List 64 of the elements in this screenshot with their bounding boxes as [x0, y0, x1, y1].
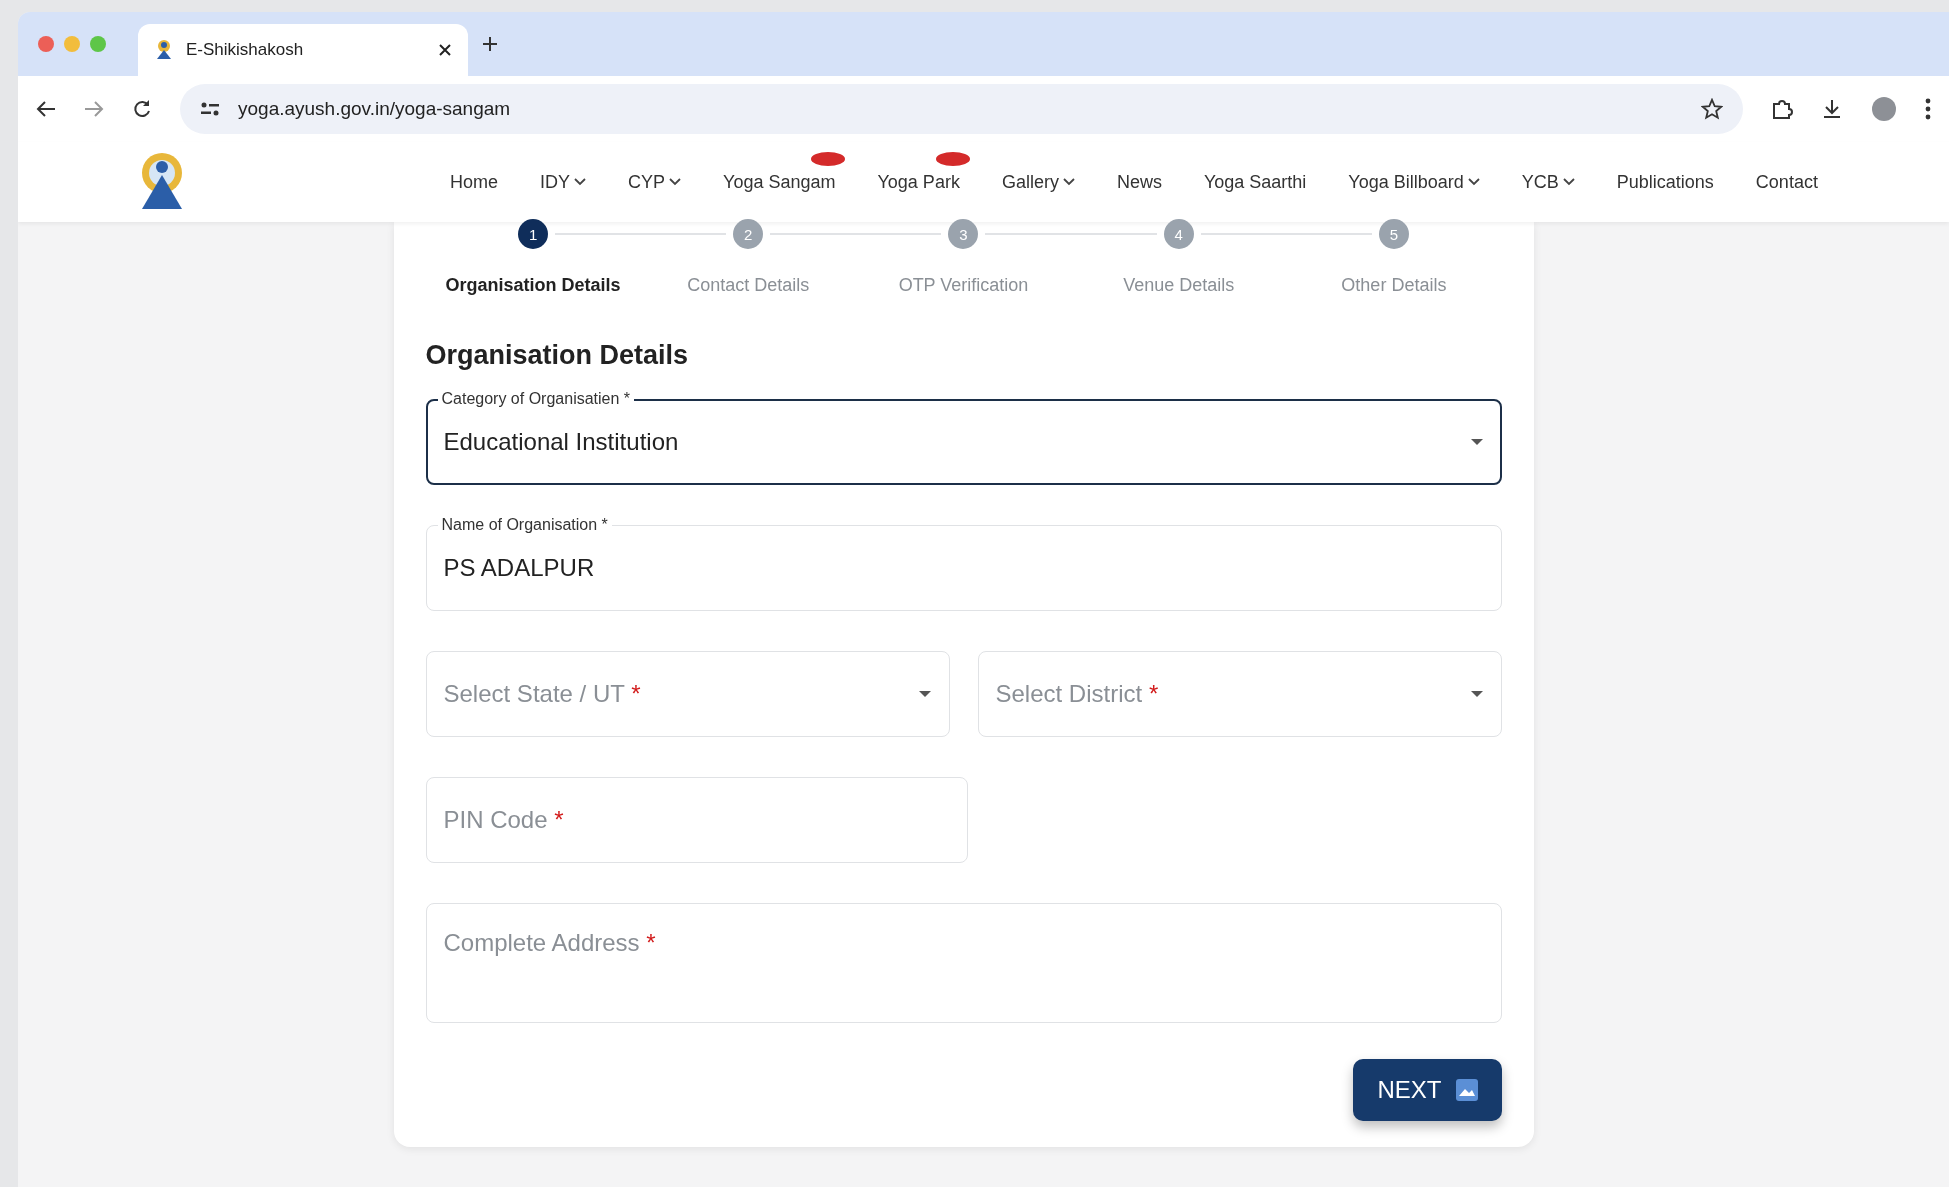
- puzzle-piece-icon[interactable]: [1771, 98, 1793, 120]
- avatar-icon[interactable]: [1871, 96, 1897, 122]
- tab-title: E-Shikishakosh: [186, 40, 305, 60]
- field-placeholder: Select State / UT *: [443, 680, 642, 708]
- field-label: Category of Organisatien *: [437, 389, 635, 409]
- close-window-icon[interactable]: [38, 36, 54, 52]
- dropdown-caret-icon: [1469, 438, 1484, 446]
- chevron-down-icon: [574, 178, 587, 186]
- nav-link[interactable]: Contact: [1755, 151, 1828, 193]
- image-icon: [1455, 1079, 1478, 1101]
- field-placeholder: PIN Code *: [443, 806, 565, 834]
- more-menu-icon[interactable]: [1925, 98, 1931, 120]
- chevron-down-icon: [1562, 178, 1575, 186]
- step-number: 5: [1378, 219, 1409, 249]
- chevron-down-icon: [669, 178, 682, 186]
- field-value: Educational Institution: [443, 428, 680, 456]
- chevron-down-icon: [1062, 178, 1075, 186]
- nav-link[interactable]: Yoga Billboard: [1348, 151, 1490, 193]
- new-badge: [935, 151, 970, 166]
- nav-link[interactable]: Home: [450, 151, 508, 193]
- download-icon[interactable]: [1821, 98, 1843, 120]
- select-field[interactable]: Select District *: [977, 641, 1502, 737]
- step-number: 4: [1163, 219, 1194, 249]
- input-field[interactable]: PIN Code *: [425, 767, 968, 863]
- step-label: Other Details: [1341, 275, 1447, 296]
- field-value: PS ADALPUR: [443, 554, 596, 582]
- step-number: 1: [518, 219, 549, 249]
- nav-link[interactable]: Yoga Saarthi: [1203, 151, 1317, 193]
- new-badge: [811, 151, 846, 166]
- yoga-figure-icon: [154, 39, 174, 61]
- new-tab-icon[interactable]: [482, 36, 498, 52]
- select-field[interactable]: Select State / UT *: [425, 641, 950, 737]
- back-arrow-icon[interactable]: [36, 100, 56, 118]
- forward-arrow-icon[interactable]: [84, 100, 104, 118]
- step-label: Contact Details: [687, 275, 810, 296]
- nav-link[interactable]: News: [1116, 151, 1172, 193]
- step-label: Organisation Details: [445, 275, 621, 296]
- next-button[interactable]: NEXT: [1353, 1059, 1502, 1121]
- step-label: OTP Verification: [898, 275, 1029, 296]
- step-number: 3: [948, 219, 979, 249]
- nav-link[interactable]: YCB: [1521, 151, 1585, 193]
- nav-link[interactable]: Publications: [1616, 151, 1724, 193]
- star-icon[interactable]: [1701, 98, 1723, 120]
- input-field[interactable]: Name of Organisation * PS ADALPUR: [425, 515, 1502, 611]
- select-field[interactable]: Category of Organisatien * Educational Institution: [425, 389, 1502, 485]
- dropdown-caret-icon: [917, 690, 932, 698]
- nav-link[interactable]: Yoga Park: [877, 151, 970, 193]
- nav-link[interactable]: IDY: [540, 151, 597, 193]
- step-label: Venue Details: [1123, 275, 1235, 296]
- field-placeholder: Select District *: [995, 680, 1160, 708]
- chevron-down-icon: [1467, 178, 1480, 186]
- address-textarea[interactable]: Complete Address *: [425, 893, 1502, 1023]
- field-label: Name of Organisation *: [437, 515, 612, 535]
- close-icon[interactable]: [438, 43, 452, 57]
- nav-link[interactable]: CYP: [628, 151, 692, 193]
- nav-link[interactable]: Gallery: [1001, 151, 1085, 193]
- nav-link[interactable]: Yoga Sangam: [723, 151, 846, 193]
- reload-icon[interactable]: [132, 99, 152, 119]
- field-placeholder: Complete Address *: [443, 929, 657, 957]
- step-number: 2: [733, 219, 764, 249]
- site-settings-icon[interactable]: [200, 101, 220, 117]
- browser-tab[interactable]: E-Shikishakosh: [138, 24, 468, 76]
- dropdown-caret-icon: [1469, 690, 1484, 698]
- section-heading: Organisation Details: [425, 340, 690, 371]
